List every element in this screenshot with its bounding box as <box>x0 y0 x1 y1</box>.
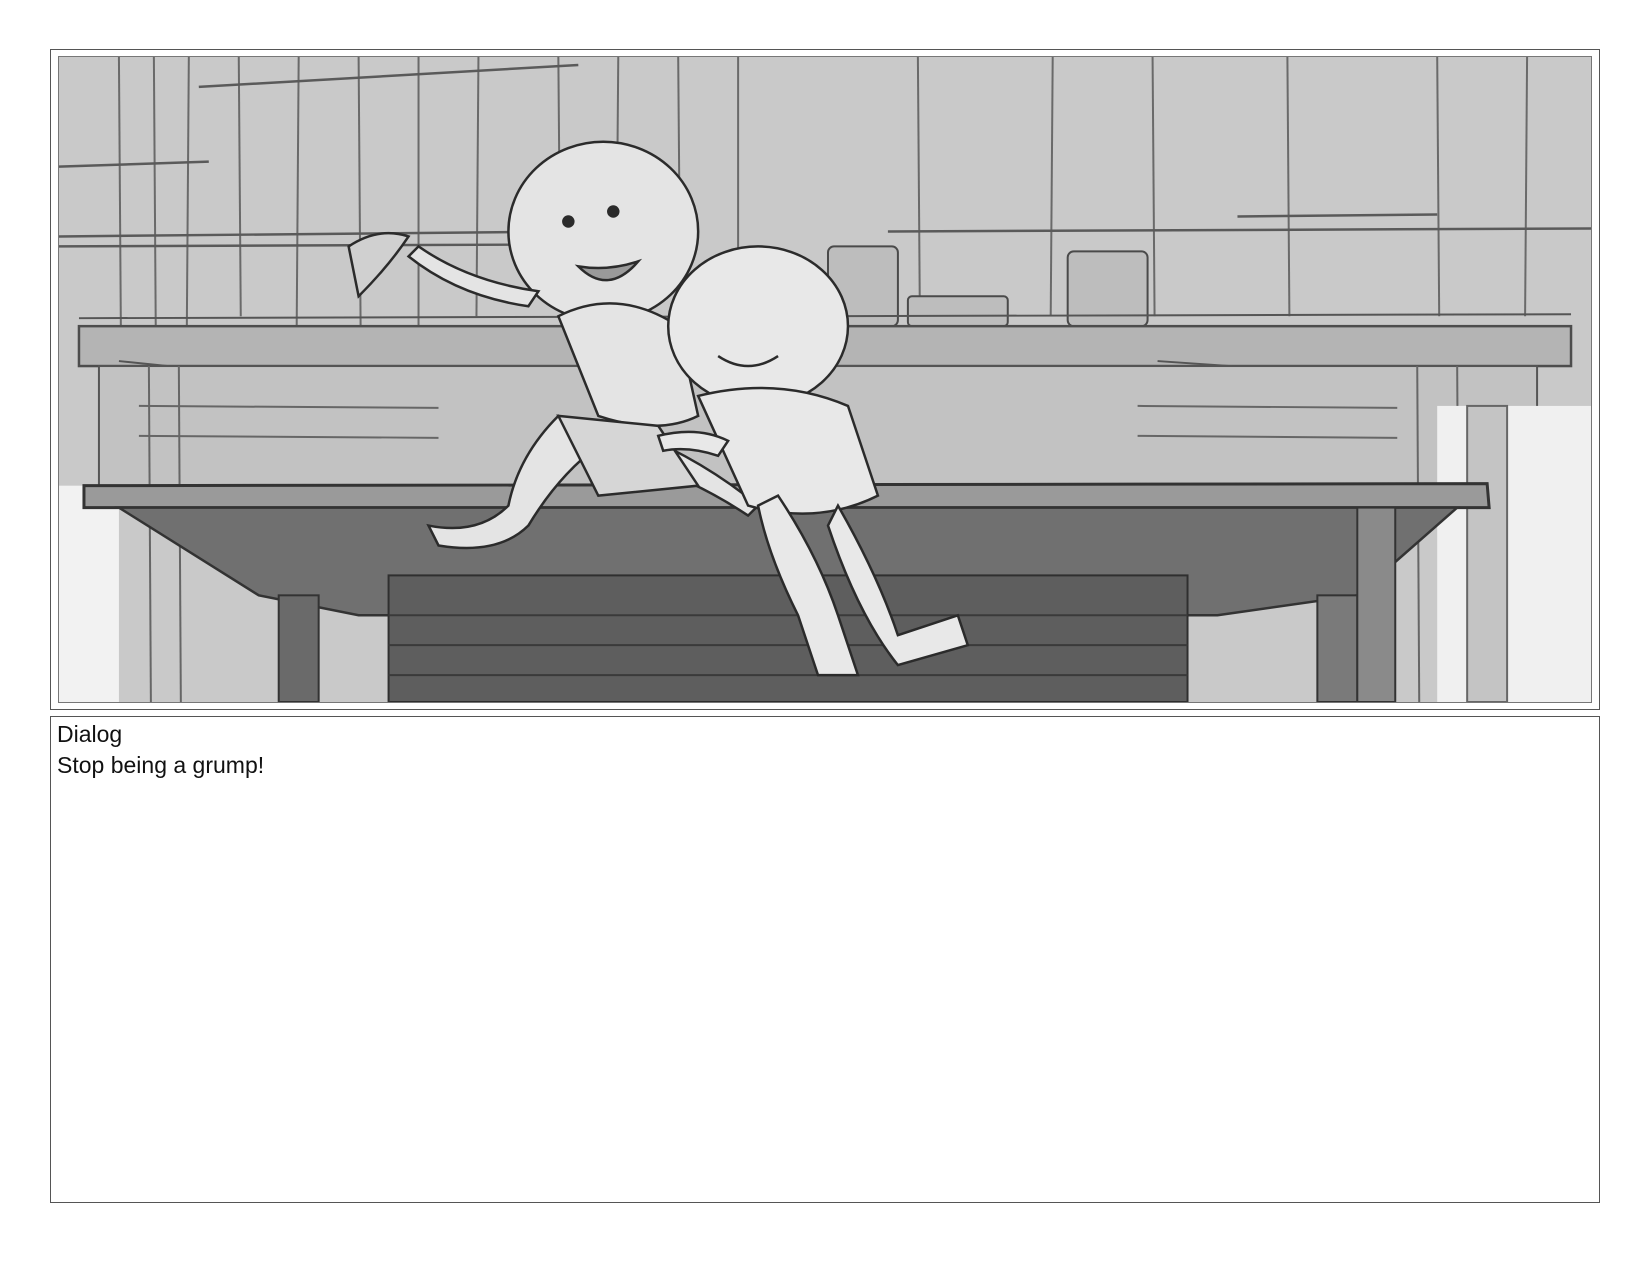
dialog-heading: Dialog <box>57 721 123 747</box>
sketch-illustration <box>59 57 1591 702</box>
storyboard-panel-frame <box>50 49 1600 710</box>
storyboard-panel-image <box>58 56 1592 703</box>
dialog-line: Stop being a grump! <box>57 752 265 778</box>
dialog-notes-box: Dialog Stop being a grump! <box>50 716 1600 1203</box>
